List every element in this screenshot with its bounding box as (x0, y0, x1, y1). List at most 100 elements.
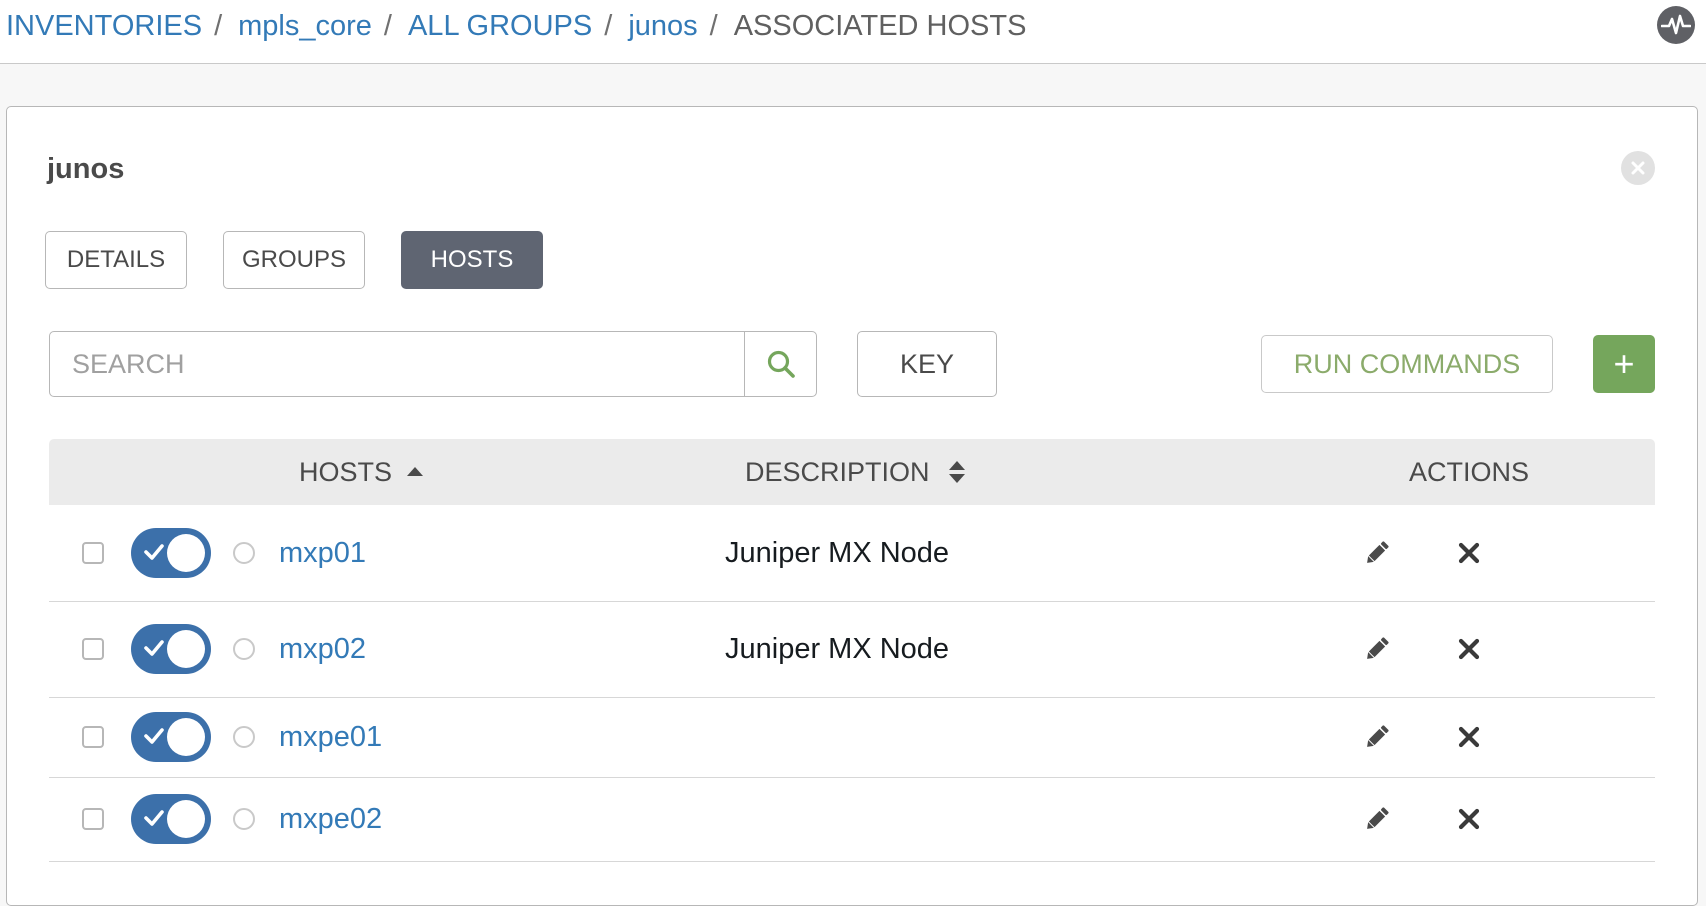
breadcrumb-all-groups[interactable]: ALL GROUPS (408, 10, 592, 43)
enabled-toggle-cell (131, 505, 211, 601)
host-description: Juniper MX Node (725, 632, 950, 665)
search-icon (767, 350, 795, 378)
breadcrumb-group[interactable]: junos (628, 10, 697, 43)
host-status-cell (233, 601, 255, 697)
column-hosts-label: HOSTS (299, 456, 393, 487)
edit-cell (1359, 697, 1395, 777)
enabled-toggle[interactable] (131, 712, 211, 762)
column-hosts[interactable]: HOSTS (299, 439, 424, 505)
row-select-cell (82, 505, 104, 601)
table-row: mxp01 Juniper MX Node (49, 505, 1655, 602)
panel-title: junos (47, 153, 125, 185)
host-status-icon (233, 726, 255, 748)
host-status-icon (233, 638, 255, 660)
table-row: mxpe01 (49, 697, 1655, 778)
host-status-cell (233, 777, 255, 861)
row-checkbox[interactable] (82, 638, 104, 660)
enabled-toggle-cell (131, 777, 211, 861)
sort-ascending-icon (406, 466, 424, 478)
row-checkbox[interactable] (82, 726, 104, 748)
top-bar: INVENTORIES / mpls_core / ALL GROUPS / j… (0, 0, 1706, 64)
edit-host-button[interactable] (1359, 719, 1395, 755)
column-description-label: DESCRIPTION (745, 456, 930, 487)
close-icon (1458, 808, 1480, 830)
breadcrumb-separator: / (214, 9, 223, 42)
key-button[interactable]: KEY (857, 331, 997, 397)
host-description-cell: Juniper MX Node (725, 505, 949, 601)
pencil-icon (1367, 541, 1389, 563)
breadcrumb-separator: / (383, 9, 392, 42)
host-description-cell: Juniper MX Node (725, 601, 949, 697)
edit-host-button[interactable] (1359, 631, 1395, 667)
edit-cell (1359, 505, 1395, 601)
enabled-toggle[interactable] (131, 794, 211, 844)
delete-host-button[interactable] (1451, 535, 1487, 571)
table-header: HOSTS DESCRIPTION ACTIONS (49, 439, 1655, 505)
delete-host-button[interactable] (1451, 719, 1487, 755)
tab-groups[interactable]: GROUPS (223, 231, 365, 289)
host-name-cell: mxpe02 (279, 777, 382, 861)
tab-hosts[interactable]: HOSTS (401, 231, 543, 289)
column-description[interactable]: DESCRIPTION (745, 439, 966, 505)
breadcrumb: INVENTORIES / mpls_core / ALL GROUPS / j… (6, 0, 1026, 52)
pencil-icon (1367, 637, 1389, 659)
delete-cell (1451, 777, 1487, 861)
run-commands-button[interactable]: RUN COMMANDS (1261, 335, 1553, 393)
breadcrumb-separator: / (709, 9, 718, 42)
host-status-cell (233, 697, 255, 777)
pencil-icon (1367, 725, 1389, 747)
host-status-icon (233, 808, 255, 830)
search-box (49, 331, 817, 397)
pencil-icon (1367, 807, 1389, 829)
search-button[interactable] (744, 332, 817, 396)
delete-host-button[interactable] (1451, 631, 1487, 667)
row-select-cell (82, 697, 104, 777)
row-checkbox[interactable] (82, 808, 104, 830)
check-icon (144, 544, 164, 560)
edit-cell (1359, 777, 1395, 861)
host-name-link[interactable]: mxpe01 (279, 721, 382, 754)
enabled-toggle-cell (131, 601, 211, 697)
sort-icon (948, 460, 966, 484)
edit-host-button[interactable] (1359, 801, 1395, 837)
check-icon (144, 810, 164, 826)
breadcrumb-current: ASSOCIATED HOSTS (733, 9, 1027, 42)
toggle-knob (167, 800, 205, 838)
group-hosts-panel: junos DETAILS GROUPS HOSTS KEY RUN COMMA… (6, 106, 1698, 906)
close-icon (1458, 638, 1480, 660)
close-icon (1458, 726, 1480, 748)
add-host-button[interactable]: + (1593, 335, 1655, 393)
edit-host-button[interactable] (1359, 535, 1395, 571)
delete-host-button[interactable] (1451, 801, 1487, 837)
close-icon[interactable] (1621, 151, 1655, 185)
row-select-cell (82, 777, 104, 861)
check-icon (144, 640, 164, 656)
enabled-toggle[interactable] (131, 528, 211, 578)
delete-cell (1451, 697, 1487, 777)
breadcrumb-separator: / (604, 9, 613, 42)
host-name-cell: mxp01 (279, 505, 366, 601)
enabled-toggle[interactable] (131, 624, 211, 674)
host-name-link[interactable]: mxp01 (279, 537, 366, 570)
delete-cell (1451, 601, 1487, 697)
close-icon (1458, 542, 1480, 564)
host-name-link[interactable]: mxpe02 (279, 803, 382, 836)
row-checkbox[interactable] (82, 542, 104, 564)
host-name-cell: mxpe01 (279, 697, 382, 777)
tab-details[interactable]: DETAILS (45, 231, 187, 289)
host-description: Juniper MX Node (725, 536, 950, 569)
host-name-link[interactable]: mxp02 (279, 633, 366, 666)
check-icon (144, 728, 164, 744)
table-row: mxp02 Juniper MX Node (49, 601, 1655, 698)
toggle-knob (167, 718, 205, 756)
enabled-toggle-cell (131, 697, 211, 777)
table-row: mxpe02 (49, 777, 1655, 862)
host-status-icon (233, 542, 255, 564)
search-input[interactable] (50, 332, 744, 396)
edit-cell (1359, 601, 1395, 697)
breadcrumb-inventory[interactable]: mpls_core (238, 10, 372, 43)
breadcrumb-inventories[interactable]: INVENTORIES (6, 10, 202, 43)
toggle-knob (167, 630, 205, 668)
activity-stream-icon[interactable] (1657, 6, 1695, 44)
column-actions: ACTIONS (1409, 456, 1530, 487)
